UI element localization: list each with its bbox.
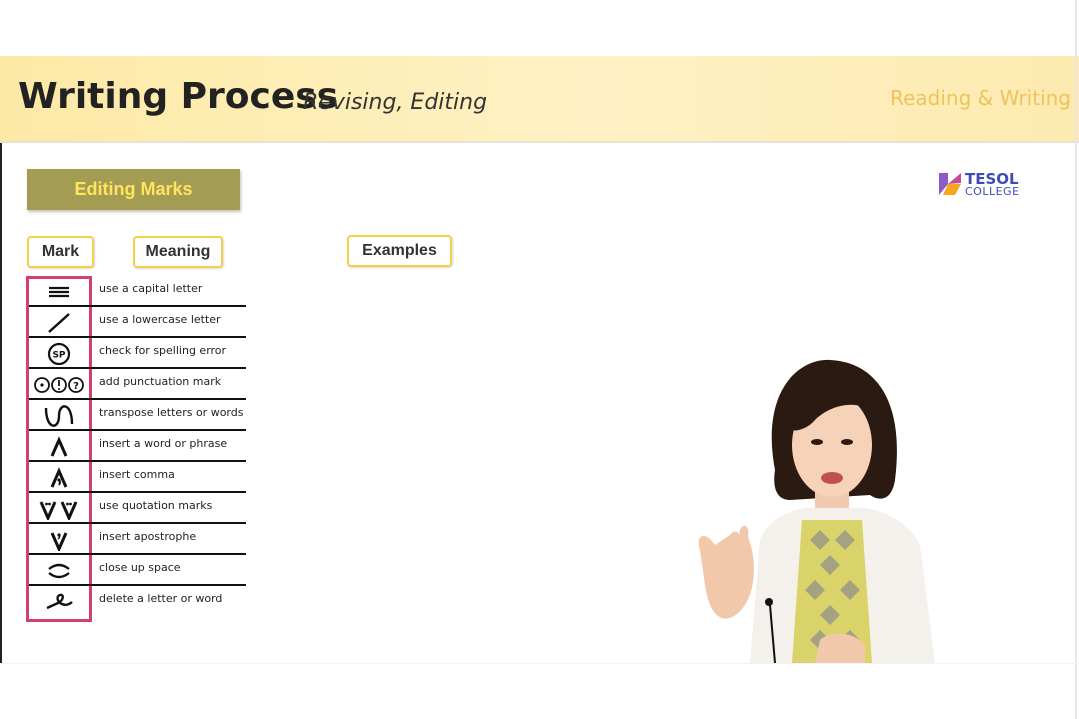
- caret-icon: [29, 431, 89, 462]
- list-item: insert comma: [29, 462, 246, 493]
- list-item: insert apostrophe: [29, 524, 246, 555]
- page-subtitle: Revising, Editing: [303, 90, 488, 115]
- mark-meaning: check for spelling error: [99, 344, 227, 357]
- logo-mark-icon: [939, 173, 961, 195]
- list-item: use a lowercase letter: [29, 307, 246, 338]
- mark-meaning: insert comma: [99, 468, 175, 481]
- mark-meaning: use a capital letter: [99, 282, 203, 295]
- transpose-curve-icon: [29, 400, 89, 431]
- list-item: SP check for spelling error: [29, 338, 246, 369]
- course-label: Reading & Writing: [890, 86, 1071, 110]
- list-item: delete a letter or word: [29, 586, 246, 617]
- mark-meaning: close up space: [99, 561, 181, 574]
- svg-text:SP: SP: [52, 350, 65, 360]
- tesol-logo: TESOL COLLEGE: [937, 170, 1027, 199]
- quotation-marks-icon: [29, 493, 89, 524]
- close-up-icon: [29, 555, 89, 586]
- page-title: Writing Process: [18, 76, 339, 117]
- instructor-image: [698, 359, 935, 663]
- title-banner: Writing Process Revising, Editing Readin…: [0, 56, 1079, 143]
- list-item: transpose letters or words: [29, 400, 246, 431]
- right-divider: [1075, 0, 1077, 719]
- list-item: insert a word or phrase: [29, 431, 246, 462]
- column-header-meaning: Meaning: [133, 236, 223, 268]
- slash-icon: [29, 307, 89, 338]
- list-item: ? add punctuation mark: [29, 369, 246, 400]
- column-header-mark: Mark: [27, 236, 94, 268]
- mark-meaning: transpose letters or words: [99, 406, 244, 419]
- apostrophe-icon: [29, 524, 89, 555]
- left-divider: [0, 143, 2, 663]
- section-title: Editing Marks: [27, 169, 240, 210]
- mark-meaning: delete a letter or word: [99, 592, 223, 605]
- delete-squiggle-icon: [29, 586, 89, 617]
- bottom-divider: [0, 663, 1079, 664]
- circled-sp-icon: SP: [29, 338, 89, 369]
- mark-meaning: add punctuation mark: [99, 375, 222, 388]
- mark-meaning: insert apostrophe: [99, 530, 197, 543]
- punctuation-circles-icon: ?: [29, 369, 89, 400]
- list-item: use quotation marks: [29, 493, 246, 524]
- mark-meaning: use quotation marks: [99, 499, 213, 512]
- column-header-examples: Examples: [347, 235, 452, 267]
- list-item: close up space: [29, 555, 246, 586]
- logo-line-2: COLLEGE: [965, 185, 1020, 198]
- svg-text:?: ?: [73, 381, 79, 392]
- instructor-video: [680, 350, 940, 663]
- triple-line-icon: [29, 276, 89, 307]
- comma-caret-icon: [29, 462, 89, 493]
- list-item: use a capital letter: [29, 276, 246, 307]
- mark-meaning: use a lowercase letter: [99, 313, 221, 326]
- mark-meaning: insert a word or phrase: [99, 437, 228, 450]
